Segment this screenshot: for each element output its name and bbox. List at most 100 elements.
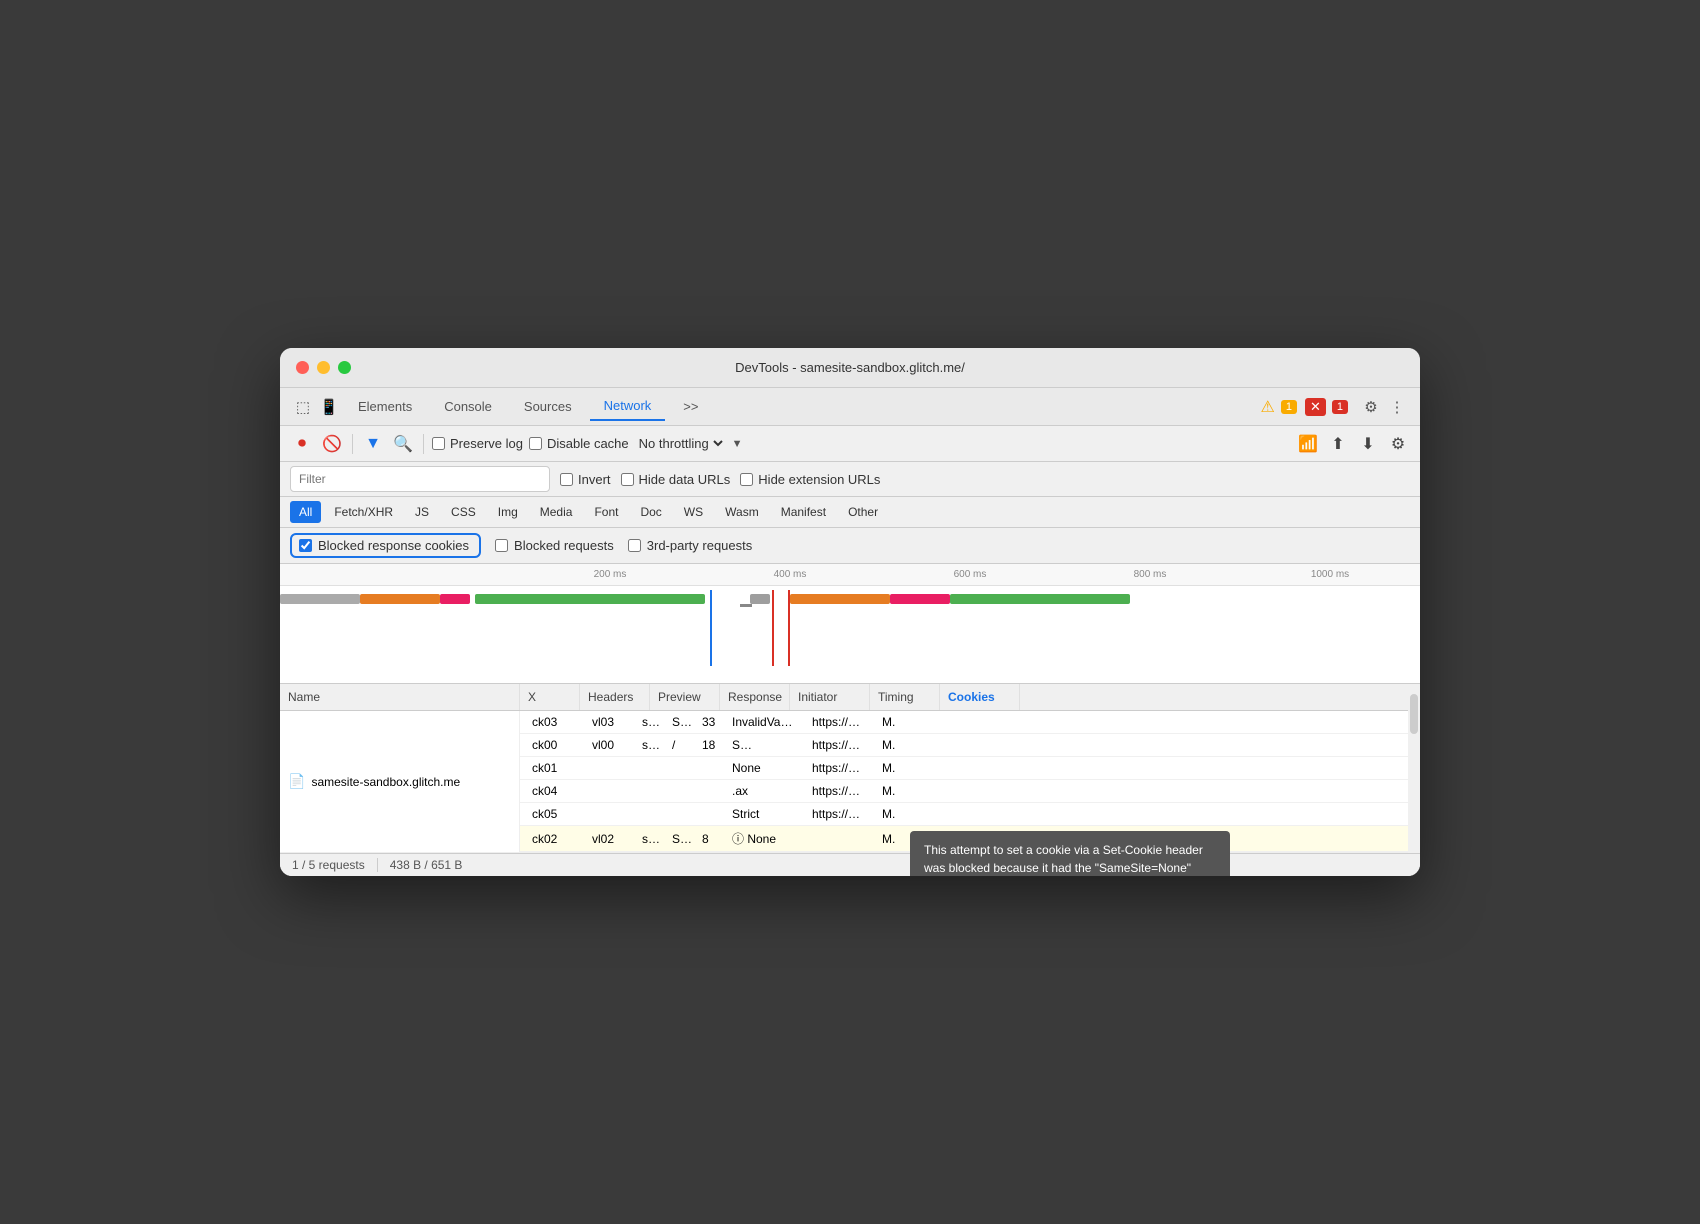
cookie-value: vl02 — [588, 832, 638, 846]
tab-console[interactable]: Console — [430, 393, 506, 420]
tab-more[interactable]: >> — [669, 393, 712, 420]
type-btn-img[interactable]: Img — [489, 501, 527, 523]
minimize-button[interactable] — [317, 361, 330, 374]
throttle-select[interactable]: No throttling — [635, 435, 726, 452]
invert-label[interactable]: Invert — [560, 472, 611, 487]
filter-button[interactable]: ▼ — [361, 432, 385, 456]
track-pink-2 — [890, 594, 950, 604]
type-btn-css[interactable]: CSS — [442, 501, 485, 523]
disable-cache-checkbox[interactable] — [529, 437, 542, 450]
tab-elements[interactable]: Elements — [344, 393, 426, 420]
timeline-marker-blue — [710, 590, 712, 666]
th-cookies[interactable]: Cookies — [940, 684, 1020, 710]
record-button[interactable]: ⏺ — [290, 432, 314, 456]
cookie-last: M. — [878, 807, 928, 821]
blocked-requests-label[interactable]: Blocked requests — [495, 538, 614, 553]
cookie-row-ck01[interactable]: ck01 None https://… M. — [520, 757, 1420, 780]
third-party-label[interactable]: 3rd-party requests — [628, 538, 753, 553]
track-gray-1 — [280, 594, 360, 604]
filter-row: Invert Hide data URLs Hide extension URL… — [280, 462, 1420, 497]
settings-icon[interactable]: ⚙ — [1360, 396, 1382, 418]
timeline-ruler: 200 ms 400 ms 600 ms 800 ms 1000 ms — [280, 564, 1420, 586]
th-response[interactable]: Response — [720, 684, 790, 710]
disable-cache-text: Disable cache — [547, 436, 629, 451]
hide-ext-urls-label[interactable]: Hide extension URLs — [740, 472, 880, 487]
th-initiator[interactable]: Initiator — [790, 684, 870, 710]
download-icon[interactable]: ⬇ — [1356, 432, 1380, 456]
track-green-2 — [950, 594, 1130, 604]
type-btn-wasm[interactable]: Wasm — [716, 501, 768, 523]
table-row[interactable]: 📄 samesite-sandbox.glitch.me ck03 vl03 s… — [280, 711, 1420, 853]
third-party-checkbox[interactable] — [628, 539, 641, 552]
tab-sources[interactable]: Sources — [510, 393, 586, 420]
invert-checkbox[interactable] — [560, 473, 573, 486]
status-divider — [377, 858, 378, 872]
cookie-row-ck00[interactable]: ck00 vl00 s… / 18 S… https://… M. — [520, 734, 1420, 757]
cookie-row-ck03[interactable]: ck03 vl03 s… S… 33 InvalidVa… https://… … — [520, 711, 1420, 734]
third-party-text: 3rd-party requests — [647, 538, 753, 553]
close-button[interactable] — [296, 361, 309, 374]
badge-row: ⚠ 1 ✕ 1 — [1261, 397, 1349, 417]
filter-input[interactable] — [290, 466, 550, 492]
traffic-lights — [296, 361, 351, 374]
type-btn-manifest[interactable]: Manifest — [772, 501, 835, 523]
throttle-arrow: ▼ — [732, 438, 743, 450]
devtools-body: ⬚ 📱 Elements Console Sources Network >> … — [280, 388, 1420, 876]
main-content: Name X Headers Preview Response Initiato… — [280, 684, 1420, 853]
preserve-log-label[interactable]: Preserve log — [432, 436, 523, 451]
cookie-name: ck00 — [528, 738, 588, 752]
wifi-icon[interactable]: 📶 — [1296, 432, 1320, 456]
th-x[interactable]: X — [520, 684, 580, 710]
cookie-source: https://… — [808, 807, 878, 821]
tab-network[interactable]: Network — [590, 392, 666, 421]
clear-button[interactable]: 🚫 — [320, 432, 344, 456]
error-badge[interactable]: 1 — [1332, 400, 1348, 414]
th-headers[interactable]: Headers — [580, 684, 650, 710]
scrollbar-thumb[interactable] — [1410, 694, 1418, 734]
window-title: DevTools - samesite-sandbox.glitch.me/ — [735, 360, 965, 375]
type-btn-media[interactable]: Media — [531, 501, 582, 523]
th-preview[interactable]: Preview — [650, 684, 720, 710]
blocked-cookies-label[interactable]: Blocked response cookies — [290, 533, 481, 558]
cookie-source: https://… — [808, 715, 878, 729]
timeline-tracks — [280, 586, 1420, 662]
track-orange — [360, 594, 440, 604]
type-btn-all[interactable]: All — [290, 501, 321, 523]
cookie-row-ck05[interactable]: ck05 Strict https://… M. — [520, 803, 1420, 826]
hide-data-urls-checkbox[interactable] — [621, 473, 634, 486]
cookie-name: ck02 — [528, 832, 588, 846]
track-green-1 — [475, 594, 705, 604]
maximize-button[interactable] — [338, 361, 351, 374]
blocked-cookies-checkbox[interactable] — [299, 539, 312, 552]
ruler-mark-600: 600 ms — [880, 569, 1060, 580]
row-name-cell[interactable]: 📄 samesite-sandbox.glitch.me — [280, 711, 520, 852]
cookie-row-ck04[interactable]: ck04 .ax https://… M. — [520, 780, 1420, 803]
type-btn-font[interactable]: Font — [585, 501, 627, 523]
cookie-path: s… — [638, 715, 668, 729]
type-btn-other[interactable]: Other — [839, 501, 887, 523]
devtools-window: DevTools - samesite-sandbox.glitch.me/ ⬚… — [280, 348, 1420, 876]
preserve-log-text: Preserve log — [450, 436, 523, 451]
blocked-requests-checkbox[interactable] — [495, 539, 508, 552]
cookie-size: 18 — [698, 738, 728, 752]
row-icon: 📄 — [288, 773, 305, 790]
cookie-samesite: ⓘ None — [728, 830, 808, 847]
scrollbar-track[interactable] — [1408, 684, 1420, 853]
type-btn-fetch[interactable]: Fetch/XHR — [325, 501, 402, 523]
warning-badge[interactable]: 1 — [1281, 400, 1297, 414]
more-icon[interactable]: ⋮ — [1386, 396, 1408, 418]
cursor-icon[interactable]: ⬚ — [292, 396, 314, 418]
network-settings-icon[interactable]: ⚙ — [1386, 432, 1410, 456]
preserve-log-checkbox[interactable] — [432, 437, 445, 450]
type-btn-doc[interactable]: Doc — [631, 501, 670, 523]
search-button[interactable]: 🔍 — [391, 432, 415, 456]
type-filter-row: All Fetch/XHR JS CSS Img Media Font Doc … — [280, 497, 1420, 528]
upload-icon[interactable]: ⬆ — [1326, 432, 1350, 456]
hide-data-urls-label[interactable]: Hide data URLs — [621, 472, 731, 487]
hide-ext-urls-checkbox[interactable] — [740, 473, 753, 486]
type-btn-ws[interactable]: WS — [675, 501, 712, 523]
mobile-icon[interactable]: 📱 — [318, 396, 340, 418]
type-btn-js[interactable]: JS — [406, 501, 438, 523]
th-timing[interactable]: Timing — [870, 684, 940, 710]
disable-cache-label[interactable]: Disable cache — [529, 436, 629, 451]
